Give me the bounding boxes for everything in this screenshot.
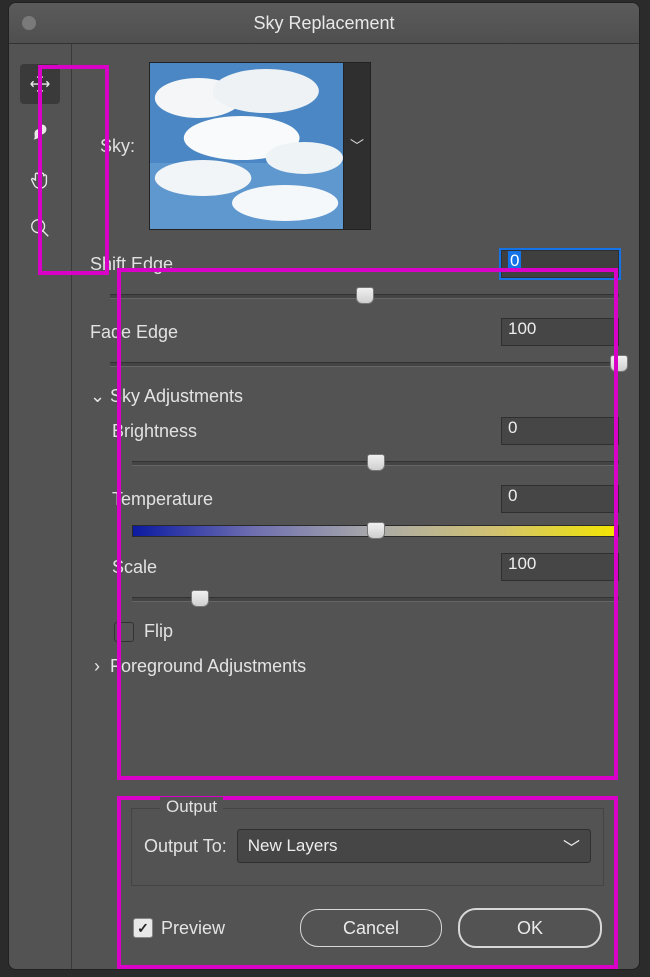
zoom-tool[interactable]	[20, 208, 60, 248]
move-tool[interactable]	[20, 64, 60, 104]
scale-input[interactable]: 100	[501, 553, 619, 581]
brightness-input[interactable]: 0	[501, 417, 619, 445]
brightness-slider[interactable]	[132, 453, 619, 471]
chevron-right-icon: ›	[90, 656, 104, 677]
output-to-label: Output To:	[144, 836, 227, 857]
hand-tool[interactable]	[20, 160, 60, 200]
fade-edge-input[interactable]: 100	[501, 318, 619, 346]
cancel-button[interactable]: Cancel	[300, 909, 442, 947]
ok-button[interactable]: OK	[458, 908, 602, 948]
sky-preset-picker[interactable]: ﹀	[149, 62, 371, 230]
flip-checkbox[interactable]	[114, 622, 134, 642]
close-window-button[interactable]	[21, 15, 37, 31]
fade-edge-label: Fade Edge	[90, 322, 178, 343]
sky-adjustments-label: Sky Adjustments	[110, 386, 243, 407]
sky-label: Sky:	[100, 136, 135, 157]
annotation-highlight: Output Output To: New Layers ﹀ Preview C…	[117, 796, 618, 969]
fade-edge-slider[interactable]	[110, 354, 619, 372]
shift-edge-label: Shift Edge	[90, 254, 173, 275]
chevron-down-icon: ﹀	[563, 834, 580, 859]
output-to-select[interactable]: New Layers ﹀	[237, 829, 591, 863]
shift-edge-input[interactable]: 0	[501, 250, 619, 278]
titlebar: Sky Replacement	[9, 3, 639, 44]
flip-label: Flip	[144, 621, 173, 642]
output-group: Output Output To: New Layers ﹀	[131, 808, 604, 886]
temperature-input[interactable]: 0	[501, 485, 619, 513]
chevron-down-icon: ⌄	[90, 386, 104, 407]
output-to-value: New Layers	[248, 836, 338, 856]
foreground-adjustments-section[interactable]: › Foreground Adjustments	[90, 656, 619, 677]
chevron-down-icon[interactable]: ﹀	[343, 63, 370, 229]
foreground-adjustments-label: Foreground Adjustments	[110, 656, 306, 677]
sky-replacement-dialog: Sky Replacement Sky:	[8, 2, 640, 970]
shift-edge-slider[interactable]	[110, 286, 619, 304]
temperature-slider[interactable]	[132, 521, 619, 539]
preview-label: Preview	[161, 918, 225, 939]
tool-strip	[9, 44, 71, 969]
brightness-label: Brightness	[112, 421, 197, 442]
sky-thumbnail	[150, 63, 343, 229]
brush-tool[interactable]	[20, 112, 60, 152]
sky-adjustments-section[interactable]: ⌄ Sky Adjustments	[90, 386, 619, 407]
output-heading: Output	[160, 797, 223, 817]
scale-slider[interactable]	[132, 589, 619, 607]
scale-label: Scale	[112, 557, 157, 578]
window-title: Sky Replacement	[9, 13, 639, 34]
temperature-label: Temperature	[112, 489, 213, 510]
preview-checkbox[interactable]	[133, 918, 153, 938]
